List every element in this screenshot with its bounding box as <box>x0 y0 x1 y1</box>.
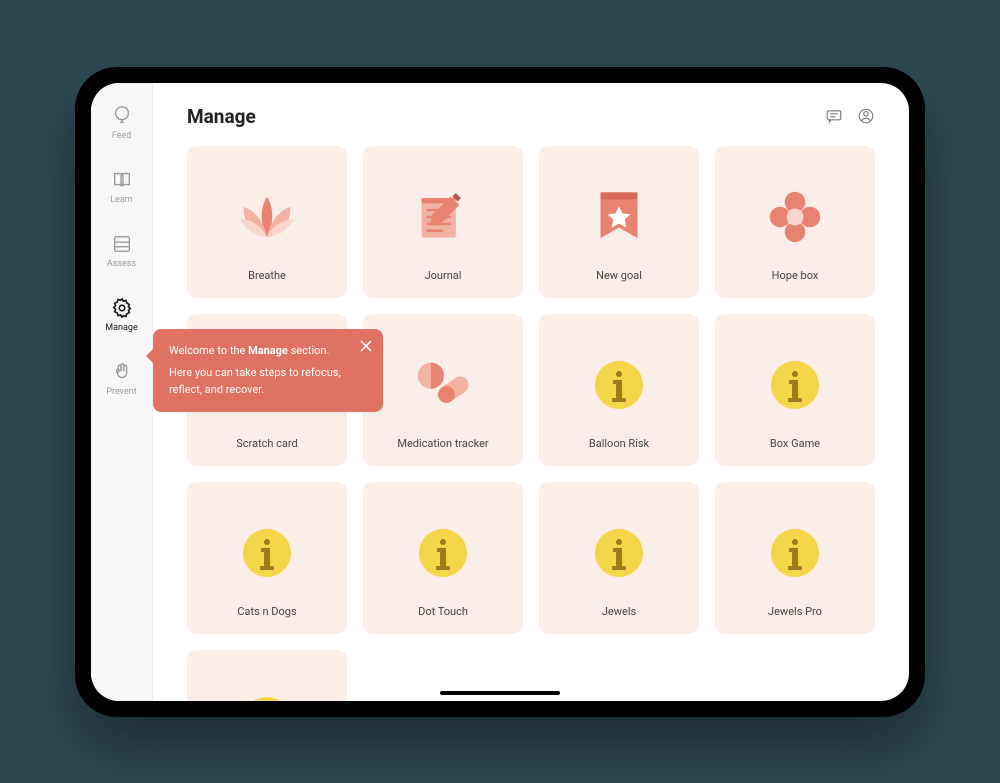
page-title: Manage <box>187 105 256 128</box>
nav-feed[interactable]: Feed <box>99 105 145 141</box>
journal-icon <box>408 182 478 252</box>
info-icon <box>584 350 654 420</box>
pills-icon <box>408 350 478 420</box>
info-icon <box>232 686 302 701</box>
topbar: Manage <box>153 83 909 136</box>
screen: Feed Learn Assess Manage Prevent Manage <box>91 83 909 701</box>
grid-icon <box>111 233 133 255</box>
nav-prevent-label: Prevent <box>106 387 136 397</box>
card-label: Balloon Risk <box>589 437 649 450</box>
content-scroll[interactable]: Breathe <box>153 136 909 701</box>
top-icons <box>825 107 875 125</box>
card-grid: Breathe <box>187 146 875 701</box>
card-hope-box[interactable]: Hope box <box>715 146 875 298</box>
card-label: New goal <box>596 269 642 282</box>
card-breathe[interactable]: Breathe <box>187 146 347 298</box>
flower-icon <box>760 182 830 252</box>
nav-assess[interactable]: Assess <box>99 233 145 269</box>
card-label: Breathe <box>248 269 286 282</box>
card-new-goal[interactable]: New goal <box>539 146 699 298</box>
nav-manage[interactable]: Manage <box>99 297 145 333</box>
hand-icon <box>111 361 133 383</box>
info-icon <box>584 518 654 588</box>
card-label: Jewels Pro <box>768 605 822 618</box>
tooltip-post: section. <box>288 344 330 357</box>
card-jewels[interactable]: Jewels <box>539 482 699 634</box>
nav-manage-label: Manage <box>105 323 137 333</box>
balloon-icon <box>111 105 133 127</box>
card-box-game[interactable]: Box Game <box>715 314 875 466</box>
sidebar: Feed Learn Assess Manage Prevent <box>91 83 153 701</box>
nav-feed-label: Feed <box>112 131 132 141</box>
card-balloon-risk[interactable]: Balloon Risk <box>539 314 699 466</box>
gear-icon <box>111 297 133 319</box>
card-label: Hope box <box>772 269 819 282</box>
tooltip-line-2: Here you can take steps to refocus, refl… <box>169 365 343 398</box>
card-label: Dot Touch <box>418 605 468 618</box>
card-label: Medication tracker <box>397 437 488 450</box>
nav-prevent[interactable]: Prevent <box>99 361 145 397</box>
close-icon[interactable] <box>359 339 373 353</box>
star-banner-icon <box>584 182 654 252</box>
card-dot-touch[interactable]: Dot Touch <box>363 482 523 634</box>
tablet-frame: Feed Learn Assess Manage Prevent Manage <box>75 67 925 717</box>
nav-assess-label: Assess <box>107 259 136 269</box>
tooltip-strong: Manage <box>248 344 288 357</box>
card-cats-n-dogs[interactable]: Cats n Dogs <box>187 482 347 634</box>
card-label: Jewels <box>602 605 636 618</box>
card-label: Scratch card <box>236 437 298 450</box>
card-label: Journal <box>425 269 462 282</box>
card-journal[interactable]: Journal <box>363 146 523 298</box>
tooltip-line-1: Welcome to the Manage section. <box>169 343 343 360</box>
card-jewels-pro[interactable]: Jewels Pro <box>715 482 875 634</box>
tooltip-pre: Welcome to the <box>169 344 248 357</box>
info-icon <box>408 518 478 588</box>
lotus-icon <box>232 182 302 252</box>
info-icon <box>760 518 830 588</box>
card-label: Box Game <box>770 437 820 450</box>
intro-tooltip: Welcome to the Manage section. Here you … <box>153 329 383 413</box>
info-icon <box>232 518 302 588</box>
user-icon[interactable] <box>857 107 875 125</box>
card-extra[interactable] <box>187 650 347 701</box>
nav-learn[interactable]: Learn <box>99 169 145 205</box>
nav-learn-label: Learn <box>110 195 133 205</box>
book-icon <box>111 169 133 191</box>
info-icon <box>760 350 830 420</box>
card-medication-tracker[interactable]: Medication tracker <box>363 314 523 466</box>
home-indicator[interactable] <box>440 691 560 695</box>
card-label: Cats n Dogs <box>237 605 296 618</box>
chat-icon[interactable] <box>825 107 843 125</box>
